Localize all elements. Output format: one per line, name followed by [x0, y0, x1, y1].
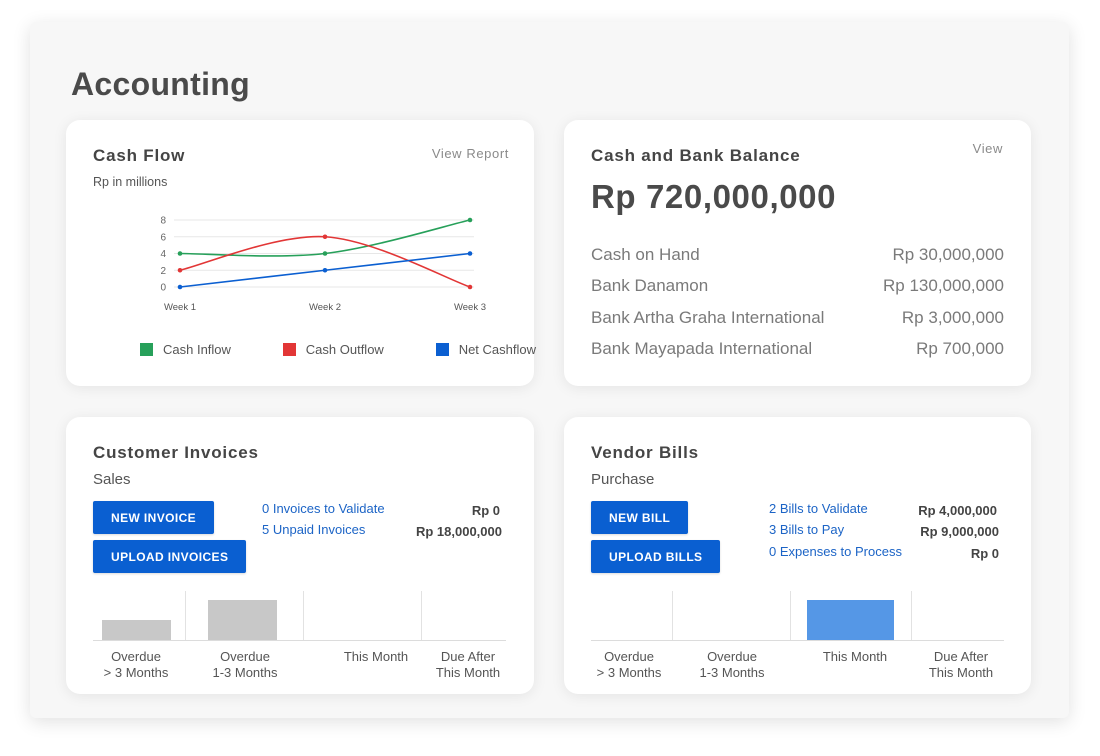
- vendor-bills-card: Vendor Bills Purchase NEW BILL UPLOAD BI…: [564, 417, 1031, 694]
- legend-item-net-cashflow: Net Cashflow: [435, 342, 536, 357]
- legend-label: Cash Outflow: [305, 342, 384, 357]
- new-bill-button[interactable]: NEW BILL: [591, 501, 689, 534]
- customer-invoices-title: Customer Invoices: [93, 443, 259, 462]
- data-point-cash-outflow: [467, 284, 473, 290]
- data-point-cash-outflow: [322, 234, 328, 240]
- aging-label-due-after: Due After This Month: [435, 649, 501, 680]
- new-invoice-button[interactable]: NEW INVOICE: [93, 501, 215, 534]
- aging-divider: [911, 591, 912, 641]
- aging-label-this-month: This Month: [343, 649, 409, 664]
- series-line-cash-outflow: [179, 235, 471, 288]
- account-amount: Rp 700,000: [916, 339, 1004, 358]
- aging-divider: [672, 591, 673, 641]
- legend-swatch-cash-inflow: [140, 343, 153, 356]
- account-amount: Rp 3,000,000: [901, 308, 1004, 327]
- unpaid-invoices-value: Rp 18,000,000: [415, 524, 502, 539]
- x-tick-label: Week 3: [454, 302, 486, 313]
- invoice-aging-bar-1-3-months[interactable]: [208, 600, 277, 640]
- total-balance: Rp 720,000,000: [591, 178, 837, 215]
- bills-to-pay-value: Rp 9,000,000: [920, 524, 999, 539]
- aging-divider: [303, 591, 304, 641]
- data-point-cash-inflow: [177, 251, 183, 256]
- x-tick-label: Week 2: [309, 302, 341, 313]
- aging-label-over-3-months: Overdue > 3 Months: [596, 649, 662, 680]
- invoice-aging-bar-over-3-months[interactable]: [102, 620, 171, 640]
- expenses-to-process-link[interactable]: 0 Expenses to Process: [769, 544, 902, 559]
- aging-label-this-month: This Month: [822, 649, 888, 664]
- data-point-cash-outflow: [177, 267, 183, 273]
- x-tick-label: Week 1: [164, 302, 196, 313]
- bills-to-validate-link[interactable]: 2 Bills to Validate: [769, 501, 868, 516]
- invoice-aging-chart: [93, 591, 506, 641]
- customer-invoices-card: Customer Invoices Sales NEW INVOICE UPLO…: [66, 417, 534, 694]
- legend-item-cash-outflow: Cash Outflow: [282, 342, 384, 357]
- account-amount: Rp 30,000,000: [892, 245, 1004, 264]
- cash-bank-card: Cash and Bank Balance View Rp 720,000,00…: [564, 120, 1031, 386]
- legend-swatch-cash-outflow: [282, 343, 296, 356]
- bill-aging-bar-this-month[interactable]: [807, 600, 894, 640]
- data-point-net-cashflow: [467, 251, 473, 256]
- data-point-cash-inflow: [322, 251, 328, 256]
- y-tick-label: 0: [160, 283, 166, 294]
- y-tick-label: 4: [160, 249, 166, 260]
- aging-label-over-3-months: Overdue > 3 Months: [103, 649, 169, 680]
- aging-divider: [421, 591, 422, 641]
- vendor-bills-title: Vendor Bills: [591, 443, 699, 462]
- account-name: Cash on Hand: [591, 245, 700, 264]
- page-title: Accounting: [71, 66, 250, 102]
- y-tick-label: 2: [160, 266, 166, 277]
- aging-divider: [185, 591, 186, 641]
- bills-to-pay-link[interactable]: 3 Bills to Pay: [769, 522, 844, 537]
- invoices-to-validate-link[interactable]: 0 Invoices to Validate: [262, 501, 385, 516]
- upload-bills-button[interactable]: UPLOAD BILLS: [591, 540, 721, 573]
- bank-row-bank-artha-graha[interactable]: Bank Artha Graha International Rp 3,000,…: [591, 308, 1004, 328]
- aging-baseline: [591, 640, 1004, 641]
- aging-baseline: [93, 640, 506, 641]
- data-point-cash-inflow: [467, 217, 473, 223]
- vendor-bills-subtitle: Purchase: [591, 471, 655, 488]
- bank-row-cash-on-hand[interactable]: Cash on Hand Rp 30,000,000: [591, 245, 1004, 265]
- data-point-net-cashflow: [322, 267, 328, 273]
- account-name: Bank Artha Graha International: [591, 308, 825, 327]
- aging-divider: [790, 591, 791, 641]
- aging-label-1-3-months: Overdue 1-3 Months: [212, 649, 278, 680]
- unpaid-invoices-link[interactable]: 5 Unpaid Invoices: [262, 522, 365, 537]
- y-tick-label: 8: [160, 216, 166, 227]
- cash-flow-legend: Cash Inflow Cash Outflow Net Cashflow: [140, 342, 536, 357]
- bank-row-bank-danamon[interactable]: Bank Danamon Rp 130,000,000: [591, 276, 1004, 296]
- upload-invoices-button[interactable]: UPLOAD INVOICES: [93, 540, 247, 573]
- aging-label-due-after: Due After This Month: [928, 649, 994, 680]
- legend-swatch-net-cashflow: [435, 343, 449, 356]
- cash-bank-title: Cash and Bank Balance: [591, 146, 801, 165]
- bills-to-validate-value: Rp 4,000,000: [918, 503, 997, 518]
- account-amount: Rp 130,000,000: [883, 276, 1004, 295]
- expenses-to-process-value: Rp 0: [970, 546, 999, 561]
- bank-row-bank-mayapada[interactable]: Bank Mayapada International Rp 700,000: [591, 339, 1004, 359]
- cash-flow-card: Cash Flow View Report Rp in millions 024…: [66, 120, 536, 386]
- customer-invoices-subtitle: Sales: [93, 471, 131, 488]
- legend-label: Net Cashflow: [458, 342, 536, 357]
- legend-item-cash-inflow: Cash Inflow: [140, 342, 231, 357]
- cash-bank-view-link[interactable]: View: [973, 141, 1003, 156]
- bill-aging-chart: [591, 591, 1004, 641]
- account-name: Bank Mayapada International: [591, 339, 813, 358]
- invoices-to-validate-value: Rp 0: [471, 503, 500, 518]
- y-tick-label: 6: [160, 232, 166, 243]
- data-point-net-cashflow: [177, 284, 183, 290]
- legend-label: Cash Inflow: [163, 342, 231, 357]
- aging-label-1-3-months: Overdue 1-3 Months: [699, 649, 765, 680]
- account-name: Bank Danamon: [591, 276, 709, 295]
